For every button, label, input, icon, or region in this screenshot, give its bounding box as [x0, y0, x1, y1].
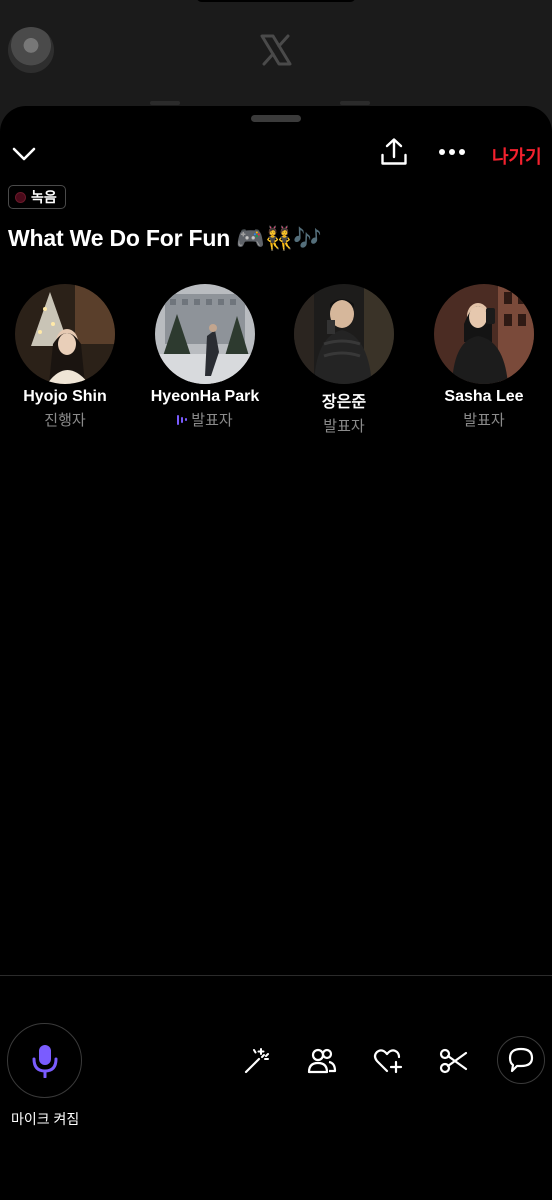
scissors-icon	[439, 1048, 468, 1074]
speaker-role-label: 진행자	[44, 412, 86, 429]
chat-bubble-icon	[508, 1047, 534, 1073]
space-sheet: 나가기 녹음 What We Do For Fun 🎮👯🎶 Hyojo Shin…	[0, 106, 552, 1200]
more-icon	[439, 149, 465, 155]
speaking-indicator-icon	[177, 414, 188, 426]
speaker-list: Hyojo Shin 진행자 HyeonHa Park 발표자 장은준 발표자 …	[0, 284, 552, 436]
leave-button[interactable]: 나가기	[492, 143, 542, 169]
speaker-role-label: 발표자	[323, 418, 365, 435]
clip-button[interactable]	[430, 1037, 478, 1085]
speaker-item[interactable]: 장은준 발표자	[274, 284, 414, 436]
recording-dot-icon	[15, 191, 26, 203]
speaker-role: 발표자	[414, 409, 552, 430]
share-button[interactable]	[378, 136, 410, 168]
speaker-role-label: 발표자	[191, 412, 233, 429]
speaker-avatar	[434, 284, 534, 384]
heart-plus-icon	[373, 1049, 403, 1074]
profile-avatar[interactable]	[8, 27, 54, 73]
microphone-icon	[32, 1044, 57, 1078]
speaker-name: Hyojo Shin	[23, 388, 107, 405]
background-tab-indicator	[340, 101, 370, 105]
speaker-name: 장은준	[321, 394, 367, 411]
microphone-button[interactable]	[7, 1023, 82, 1098]
speaker-role-label: 발표자	[463, 412, 505, 429]
people-icon	[307, 1048, 337, 1074]
speaker-role: 진행자	[0, 409, 135, 430]
speaker-avatar	[15, 284, 115, 384]
speaker-name: Sasha Lee	[444, 388, 524, 405]
x-logo-icon	[260, 34, 292, 66]
microphone-status-label: 마이크 켜짐	[11, 1111, 80, 1127]
collapse-button[interactable]	[8, 140, 40, 168]
speaker-name: HyeonHa Park	[150, 388, 260, 405]
chat-button[interactable]	[497, 1036, 545, 1084]
controls-divider	[0, 975, 552, 976]
speaker-item[interactable]: HyeonHa Park 발표자	[135, 284, 275, 430]
recording-badge: 녹음	[8, 185, 66, 209]
speaker-avatar	[294, 284, 394, 384]
effects-button[interactable]	[232, 1037, 280, 1085]
share-icon	[381, 138, 407, 165]
background-app-header	[0, 0, 552, 110]
speaker-role: 발표자	[135, 409, 275, 430]
speaker-item[interactable]: Hyojo Shin 진행자	[0, 284, 135, 430]
speaker-avatar	[155, 284, 255, 384]
speaker-item[interactable]: Sasha Lee 발표자	[414, 284, 552, 430]
device-notch	[196, 0, 356, 2]
react-button[interactable]	[364, 1037, 412, 1085]
sheet-drag-handle[interactable]	[251, 115, 301, 122]
participants-button[interactable]	[298, 1037, 346, 1085]
background-tab-indicator	[150, 101, 180, 105]
magic-wand-icon	[244, 1048, 269, 1074]
recording-label: 녹음	[31, 189, 57, 205]
more-button[interactable]	[436, 140, 468, 164]
speaker-role: 발표자	[274, 415, 414, 436]
space-title: What We Do For Fun 🎮👯🎶	[8, 225, 322, 251]
chevron-down-icon	[12, 147, 36, 161]
